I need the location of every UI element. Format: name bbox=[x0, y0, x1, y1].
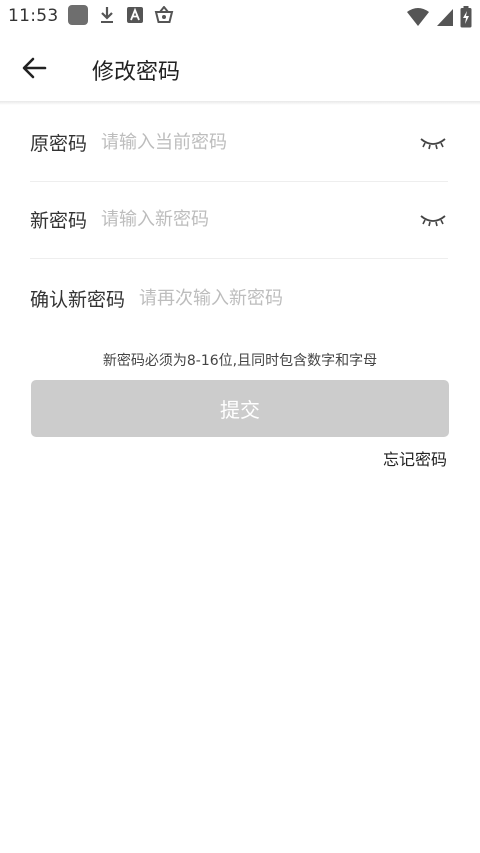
old-password-row: 原密码 bbox=[30, 104, 448, 182]
wifi-icon bbox=[407, 8, 429, 26]
system-icons bbox=[406, 6, 472, 28]
battery-charging-icon bbox=[460, 6, 472, 28]
signal-icon bbox=[437, 9, 453, 26]
app-square-icon bbox=[68, 5, 88, 25]
page-title: 修改密码 bbox=[92, 60, 181, 85]
old-password-input[interactable] bbox=[101, 132, 418, 153]
eye-closed-icon bbox=[420, 137, 446, 149]
new-password-row: 新密码 bbox=[30, 181, 448, 259]
status-bar: 11:53 bbox=[0, 0, 480, 34]
confirm-password-row: 确认新密码 bbox=[30, 259, 448, 337]
confirm-password-label: 确认新密码 bbox=[30, 288, 126, 311]
notification-icons bbox=[68, 5, 174, 25]
forgot-password-link[interactable]: 忘记密码 bbox=[383, 446, 447, 470]
basket-icon bbox=[154, 6, 174, 23]
submit-button[interactable]: 提交 bbox=[31, 380, 449, 437]
eye-closed-icon bbox=[420, 214, 446, 226]
old-password-toggle[interactable] bbox=[418, 133, 448, 153]
back-button[interactable] bbox=[16, 52, 52, 84]
old-password-label: 原密码 bbox=[30, 133, 88, 155]
font-a-icon bbox=[127, 7, 143, 23]
new-password-label: 新密码 bbox=[30, 210, 88, 232]
arrow-left-icon bbox=[22, 57, 47, 79]
new-password-toggle[interactable] bbox=[418, 210, 448, 230]
download-icon bbox=[101, 7, 113, 23]
new-password-input[interactable] bbox=[101, 209, 418, 230]
confirm-password-input[interactable] bbox=[139, 287, 448, 309]
app-bar: 修改密码 bbox=[0, 34, 480, 102]
password-hint: 新密码必须为8-16位,且同时包含数字和字母 bbox=[102, 353, 378, 369]
status-time: 11:53 bbox=[8, 6, 59, 26]
